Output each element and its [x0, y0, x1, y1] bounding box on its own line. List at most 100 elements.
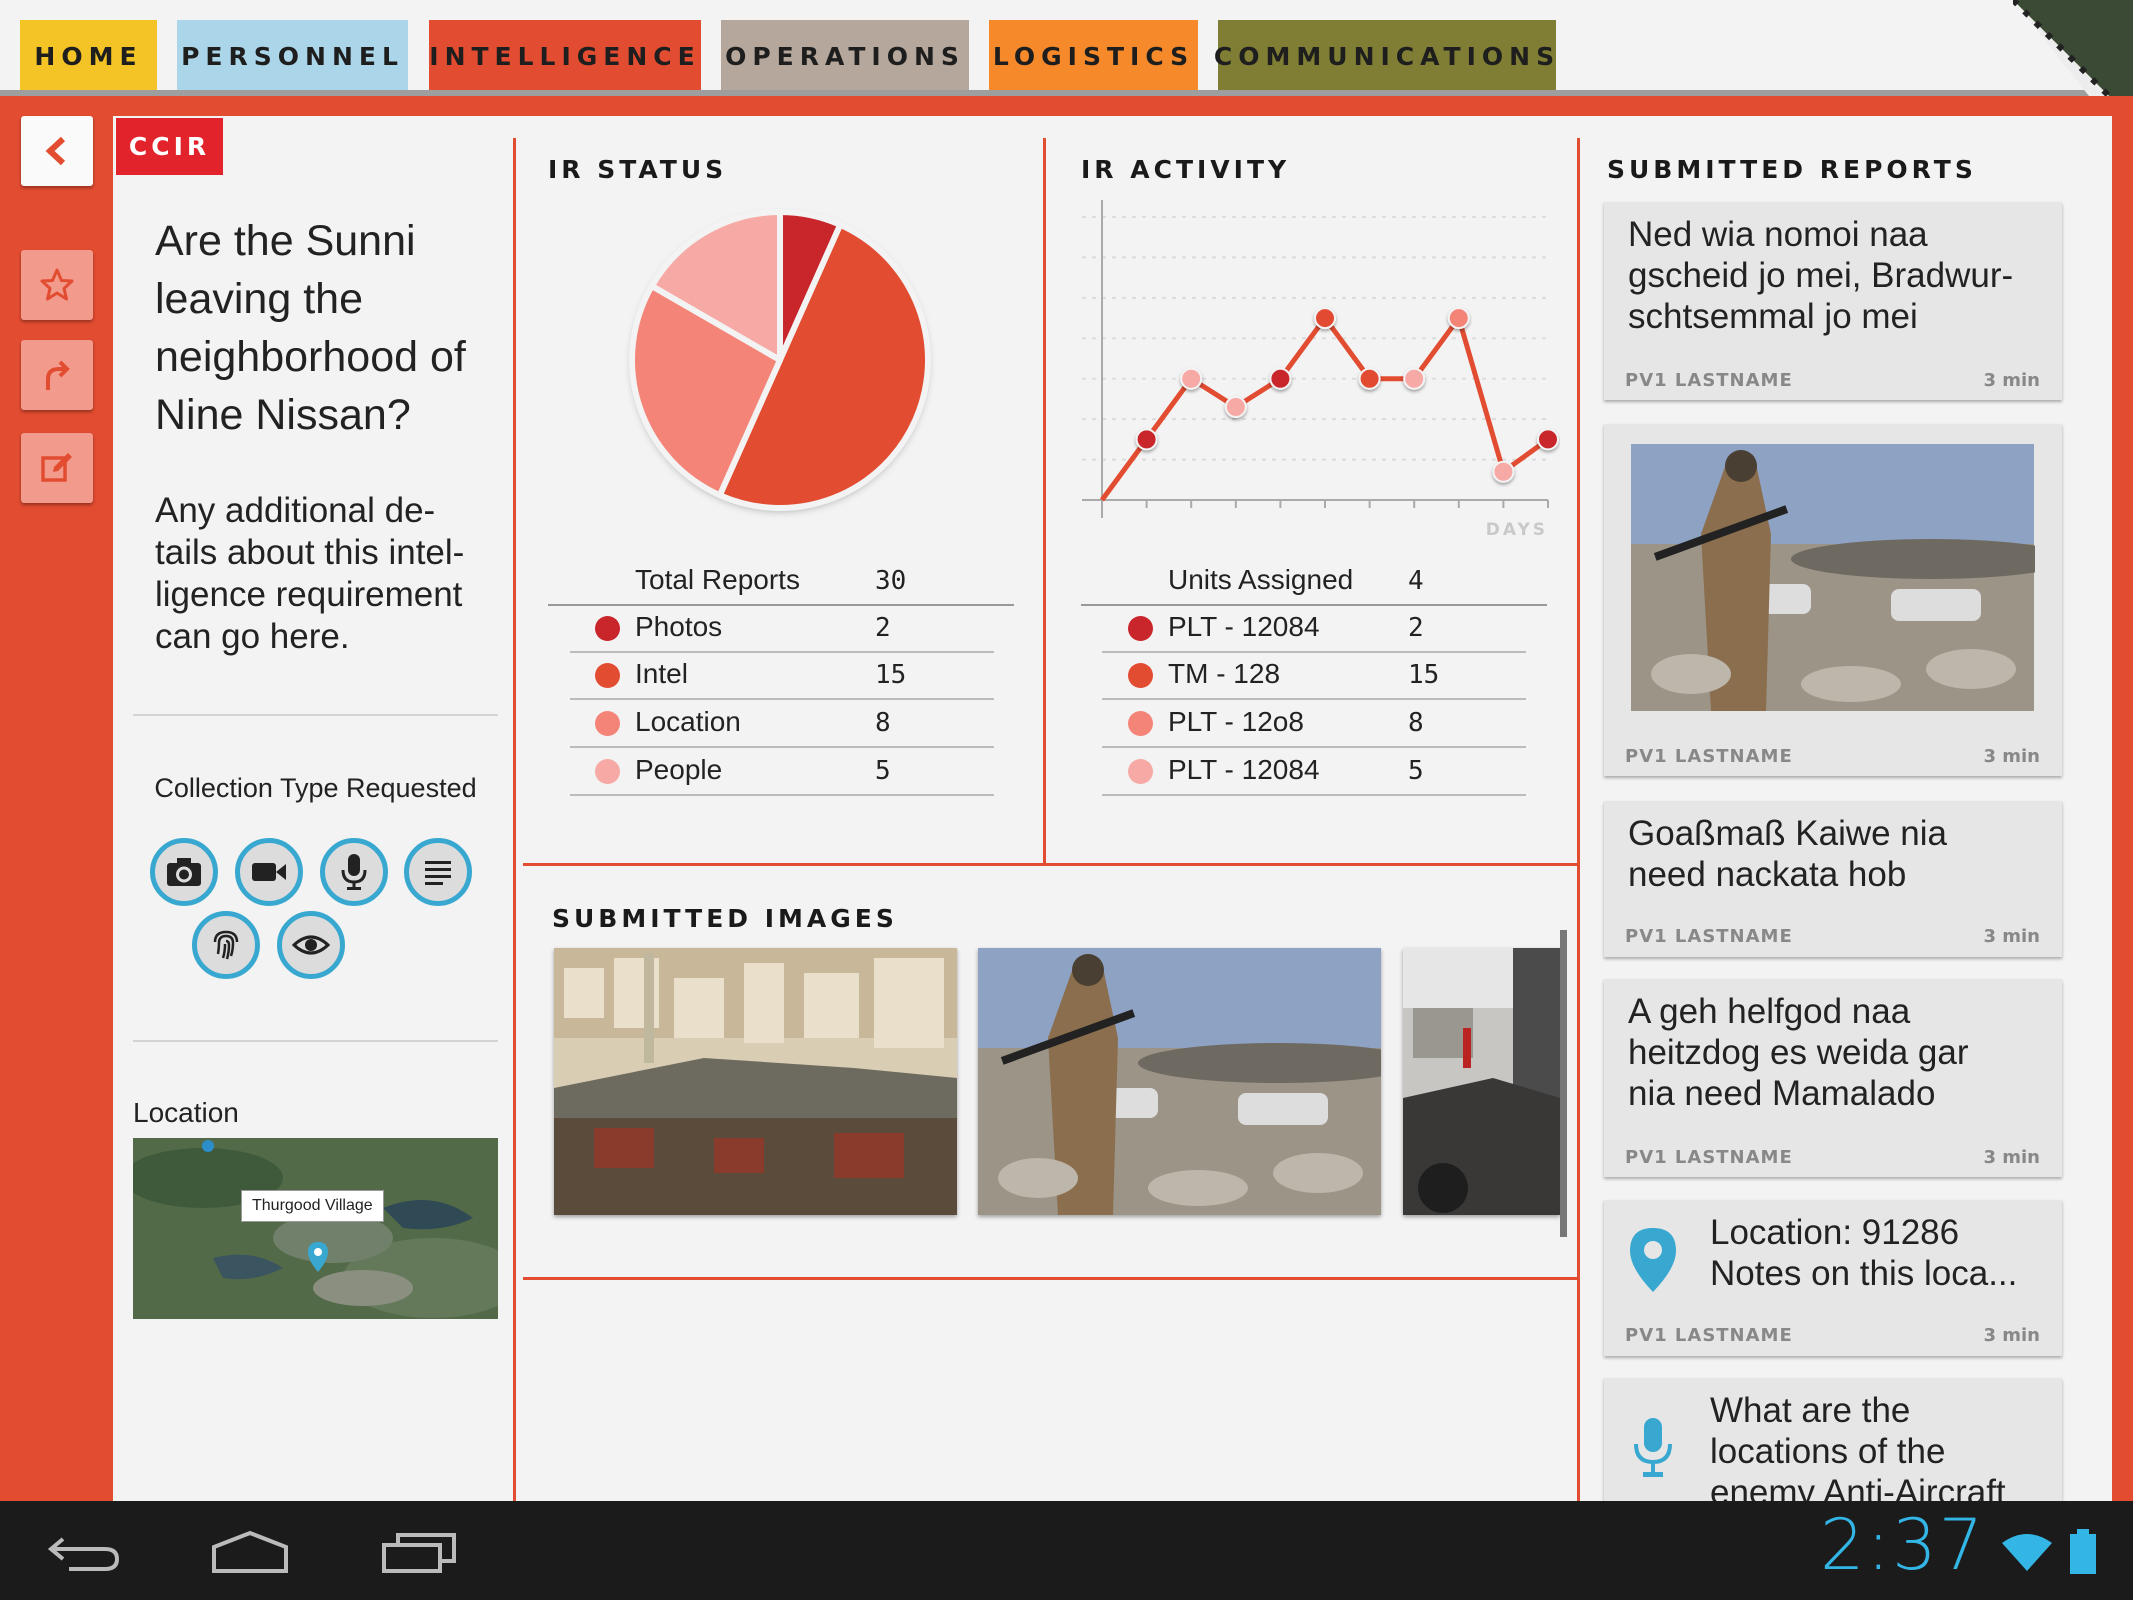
ccir-details: Any additional de- tails about this inte…	[155, 490, 500, 658]
city-market-photo	[554, 948, 957, 1215]
ccir-details-line: ligence requirement	[155, 575, 463, 614]
ir-status-row-value: 15	[875, 660, 907, 690]
camera-icon	[167, 858, 201, 886]
report-card[interactable]: A geh helfgod naa heitzdog es weida gar …	[1604, 979, 2062, 1177]
report-text: Goaßmaß Kaiwe nia need nackata hob	[1628, 813, 1947, 895]
images-scrollbar[interactable]	[1560, 930, 1567, 1237]
report-card-audio[interactable]: What are the locations of the enemy Anti…	[1604, 1378, 2062, 1501]
activity-point	[1447, 307, 1470, 330]
report-author: PV1 LASTNAME	[1625, 746, 1793, 767]
report-card-image[interactable]: PV1 LASTNAME 3 min	[1604, 424, 2062, 776]
activity-point	[1492, 460, 1515, 483]
ir-status-row-value: 5	[875, 756, 891, 786]
report-author: PV1 LASTNAME	[1625, 370, 1793, 391]
home-nav-icon[interactable]	[210, 1529, 290, 1575]
ir-status-pie-chart	[629, 209, 931, 511]
x-axis-label: DAYS	[1486, 520, 1548, 540]
location-map[interactable]: Thurgood Village	[133, 1138, 498, 1319]
ir-status-row-value: 2	[875, 613, 891, 643]
collection-text-button[interactable]	[404, 838, 472, 906]
ir-status-title: IR STATUS	[548, 155, 728, 184]
report-text-line: A geh helfgod naa	[1628, 992, 1911, 1031]
total-reports-label: Total Reports	[635, 564, 800, 595]
ir-activity-row-label: TM - 128	[1168, 658, 1281, 689]
report-text-line: heitzdog es weida gar	[1628, 1033, 1969, 1072]
activity-point	[1537, 428, 1559, 451]
unit-dot	[1128, 663, 1153, 688]
submitted-image-armed-soldier[interactable]	[978, 948, 1381, 1215]
activity-point	[1135, 428, 1158, 451]
report-card[interactable]: Goaßmaß Kaiwe nia need nackata hob PV1 L…	[1604, 801, 2062, 957]
ir-status-row-label: People	[635, 754, 723, 785]
armed-soldier-photo	[978, 948, 1381, 1215]
status-clock: 2:37	[1820, 1504, 1986, 1586]
table-row-rule	[1102, 794, 1526, 796]
column-divider-left	[513, 138, 516, 1501]
total-reports-value: 30	[875, 566, 907, 596]
tab-logistics[interactable]: LOGISTICS	[989, 20, 1198, 93]
ir-activity-row-label: PLT - 12o8	[1168, 706, 1304, 737]
ccir-badge: CCIR	[116, 118, 223, 175]
report-time: 3 min	[1983, 746, 2040, 767]
ir-status-row-value: 8	[875, 708, 891, 738]
column-divider-right	[1577, 138, 1580, 1501]
edit-icon	[41, 453, 72, 482]
units-assigned-value: 4	[1408, 566, 1424, 596]
activity-point	[1180, 367, 1203, 390]
activity-point	[1314, 307, 1336, 330]
edit-button[interactable]	[21, 433, 93, 503]
section-divider	[133, 714, 498, 716]
ccir-question-line: neighborhood of	[155, 333, 466, 381]
map-satellite-image	[133, 1138, 498, 1319]
collection-audio-button[interactable]	[320, 838, 388, 906]
tab-operations[interactable]: OPERATIONS	[721, 20, 969, 93]
activity-point	[1224, 396, 1247, 419]
ccir-question-line: Are the Sunni	[155, 217, 416, 265]
share-button[interactable]	[21, 340, 93, 410]
recent-apps-icon[interactable]	[380, 1529, 460, 1575]
star-icon	[40, 268, 74, 301]
unit-dot	[1128, 711, 1153, 736]
photos-dot	[595, 616, 620, 641]
collection-surveillance-button[interactable]	[277, 911, 345, 979]
table-row-rule	[570, 746, 994, 748]
location-dot	[595, 711, 620, 736]
tab-intelligence[interactable]: INTELLIGENCE	[429, 20, 701, 93]
eye-icon	[292, 935, 330, 955]
row-divider-top	[523, 863, 1577, 866]
tab-communications[interactable]: COMMUNICATIONS	[1214, 20, 1556, 93]
report-text: Ned wia nomoi naa gscheid jo mei, Bradwu…	[1628, 214, 2013, 337]
collection-camera-button[interactable]	[150, 838, 218, 906]
report-author: PV1 LASTNAME	[1625, 1325, 1793, 1346]
report-time: 3 min	[1983, 1325, 2040, 1346]
tab-personnel[interactable]: PERSONNEL	[177, 20, 408, 93]
ccir-question-line: leaving the	[155, 275, 363, 323]
report-text-line: enemy Anti-Aircraft	[1710, 1473, 2006, 1501]
ccir-question-line: Nine Nissan?	[155, 391, 411, 439]
ir-activity-row-value: 5	[1408, 756, 1424, 786]
report-card[interactable]: Ned wia nomoi naa gscheid jo mei, Bradwu…	[1604, 202, 2062, 400]
people-dot	[595, 759, 620, 784]
back-button[interactable]	[21, 116, 93, 186]
favorite-button[interactable]	[21, 250, 93, 320]
table-row-rule	[1102, 698, 1526, 700]
ir-activity-row-label: PLT - 12084	[1168, 611, 1320, 642]
report-text-line: Location: 91286	[1710, 1213, 1960, 1252]
collection-video-button[interactable]	[235, 838, 303, 906]
submitted-image-burned-vehicles[interactable]	[1403, 948, 1560, 1215]
report-text: Location: 91286 Notes on this loca...	[1710, 1212, 2017, 1294]
table-row-rule	[570, 651, 994, 653]
collection-biometric-button[interactable]	[192, 911, 260, 979]
report-text-line: gscheid jo mei, Bradwur-	[1628, 256, 2014, 295]
report-time: 3 min	[1983, 926, 2040, 947]
back-nav-icon[interactable]	[45, 1531, 125, 1575]
fingerprint-icon	[213, 930, 239, 960]
video-icon	[252, 863, 286, 881]
submitted-image-city-market[interactable]	[554, 948, 957, 1215]
report-text-line: locations of the	[1710, 1432, 1946, 1471]
location-pin-icon	[1630, 1228, 1676, 1292]
tab-home[interactable]: HOME	[20, 20, 157, 93]
report-text: A geh helfgod naa heitzdog es weida gar …	[1628, 991, 1969, 1114]
report-card-location[interactable]: Location: 91286 Notes on this loca... PV…	[1604, 1200, 2062, 1356]
ir-status-row-label: Location	[635, 706, 741, 737]
